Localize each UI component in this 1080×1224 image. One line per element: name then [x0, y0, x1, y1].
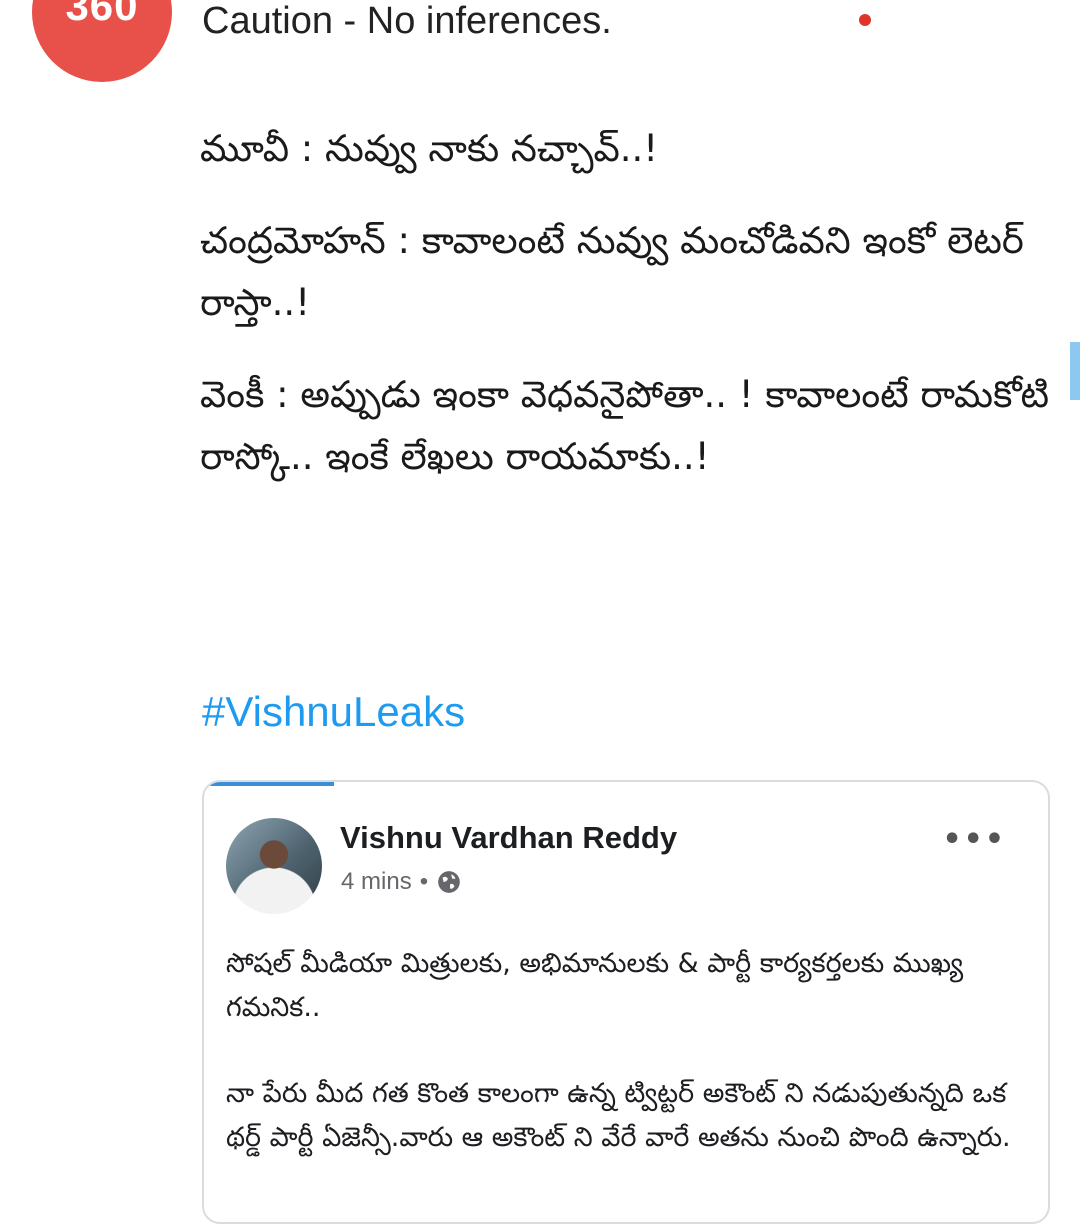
tweet-line: వెంకీ : అప్పుడు ఇంకా వెధవనైపోతా.. ! కావా…	[200, 373, 1050, 478]
more-options-icon[interactable]: •••	[942, 822, 1006, 857]
meta-separator: •	[419, 868, 429, 895]
post-body: సోషల్ మీడియా మిత్రులకు, అభిమానులకు & పార…	[226, 942, 1036, 1202]
post-paragraph: నా పేరు మీద గత కొంత కాలంగా ఉన్న ట్విట్టర…	[226, 1078, 1011, 1153]
notification-dot	[859, 14, 871, 26]
badge-text: 360	[65, 0, 139, 29]
card-progress-bar	[204, 782, 334, 786]
tweet-body: మూవీ : నువ్వు నాకు నచ్చావ్..! చంద్రమోహన్…	[200, 118, 1060, 518]
avatar-360-badge[interactable]: 360	[32, 0, 172, 82]
scrollbar[interactable]	[1070, 342, 1080, 400]
post-time[interactable]: 4 mins	[341, 868, 412, 896]
post-paragraph: సోషల్ మీడియా మిత్రులకు, అభిమానులకు & పార…	[226, 948, 964, 1023]
post-author[interactable]: Vishnu Vardhan Reddy	[340, 820, 677, 856]
hashtag-link[interactable]: #VishnuLeaks	[202, 688, 465, 736]
globe-icon	[438, 871, 460, 893]
embedded-post-card[interactable]: Vishnu Vardhan Reddy 4 mins • ••• సోషల్ …	[202, 780, 1050, 1224]
caution-text: Caution - No inferences.	[202, 0, 612, 42]
post-meta: 4 mins •	[341, 868, 462, 896]
profile-avatar[interactable]	[226, 818, 322, 914]
tweet-line: చంద్రమోహన్ : కావాలంటే నువ్వు మంచోడివని ఇ…	[200, 219, 1024, 324]
tweet-line: మూవీ : నువ్వు నాకు నచ్చావ్..!	[200, 127, 659, 170]
